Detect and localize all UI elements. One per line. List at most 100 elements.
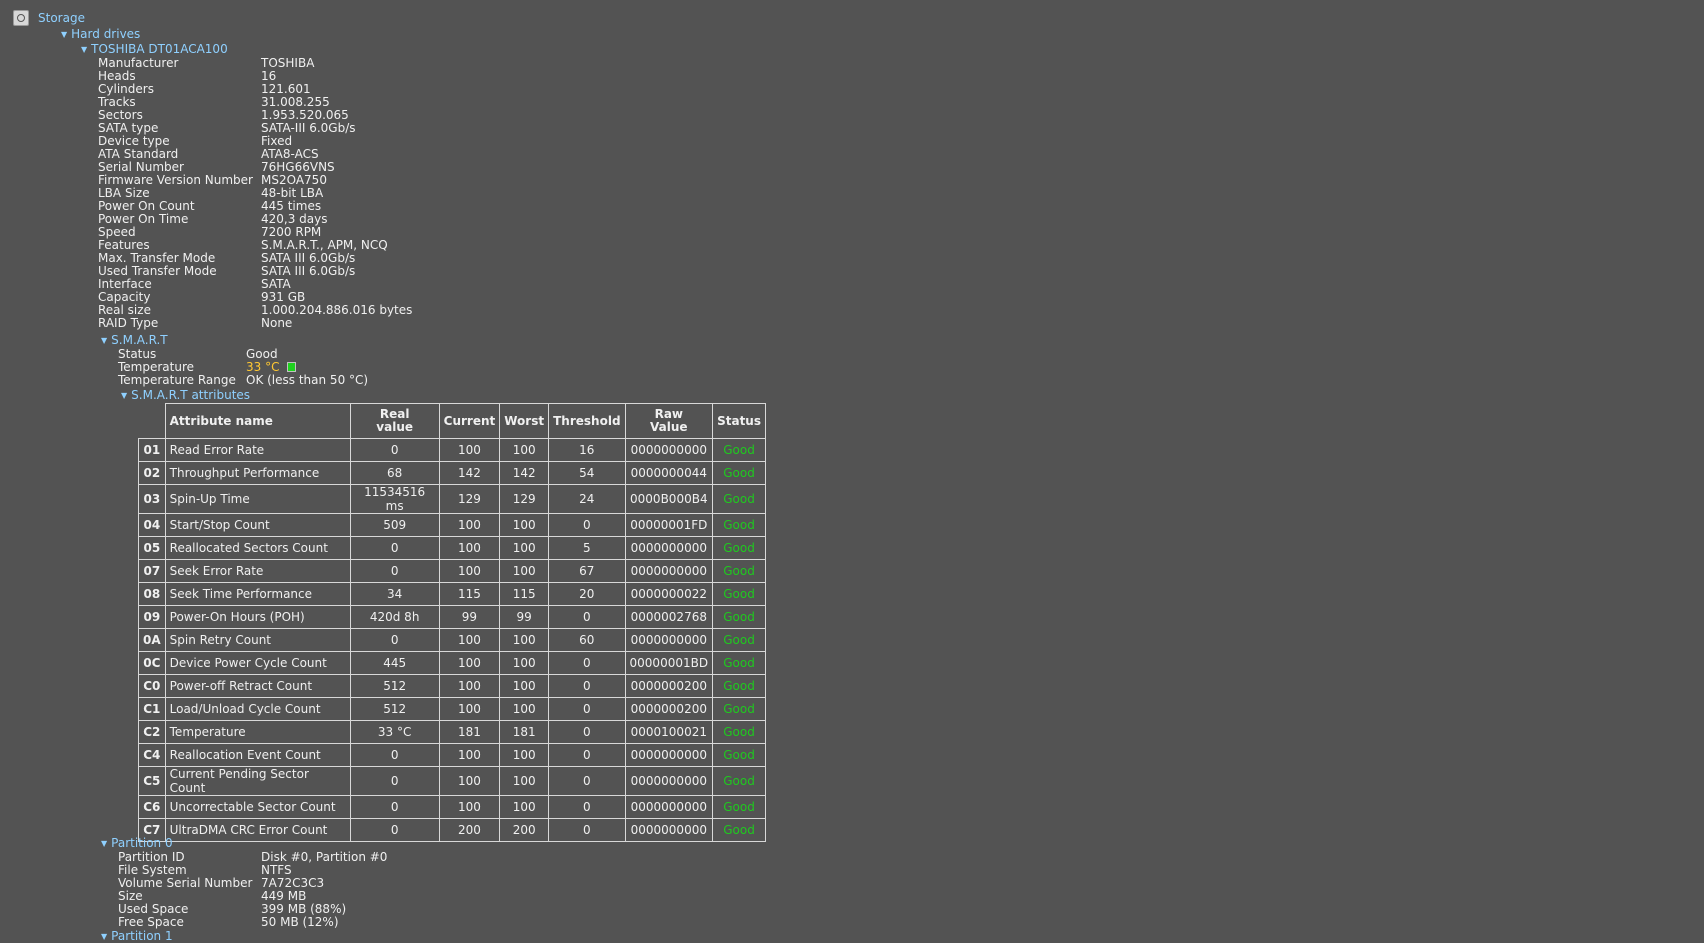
collapse-arrow-icon[interactable]: ▼ xyxy=(101,932,107,941)
attr-id: C6 xyxy=(138,795,166,819)
attr-threshold: 0 xyxy=(548,720,626,744)
attr-current: 100 xyxy=(438,536,501,560)
attr-threshold: 24 xyxy=(548,484,626,514)
attr-current: 115 xyxy=(438,582,501,606)
attr-status: Good xyxy=(712,697,766,721)
attr-threshold: 60 xyxy=(548,628,626,652)
attr-raw-value: 00000001BD xyxy=(624,651,714,675)
header-status: Status xyxy=(712,403,766,439)
tree-partition-0[interactable]: ▼ Partition 0 xyxy=(101,836,173,850)
attr-current: 181 xyxy=(438,720,501,744)
attr-status: Good xyxy=(712,720,766,744)
table-row[interactable]: C7 UltraDMA CRC Error Count 0 200 200 0 000000… xyxy=(138,818,766,842)
table-row[interactable]: 02 Throughput Performance 68 142 142 54 000000… xyxy=(138,461,766,485)
attr-id: 09 xyxy=(138,605,166,629)
attr-name: Read Error Rate xyxy=(164,438,351,462)
attr-current: 100 xyxy=(438,795,501,819)
attr-id: C0 xyxy=(138,674,166,698)
storage-icon xyxy=(13,10,29,26)
table-row[interactable]: 08 Seek Time Performance 34 115 115 20 0000000… xyxy=(138,582,766,606)
attr-status: Good xyxy=(712,536,766,560)
attr-current: 100 xyxy=(438,674,501,698)
collapse-arrow-icon[interactable]: ▼ xyxy=(101,839,107,848)
attr-worst: 100 xyxy=(499,651,550,675)
smart-attributes-table: Attribute name Real value Current Worst T… xyxy=(138,403,766,842)
table-row[interactable]: C2 Temperature 33 °C 181 181 0 0000100021 Good xyxy=(138,720,766,744)
collapse-arrow-icon[interactable]: ▼ xyxy=(121,391,127,400)
attr-name: Start/Stop Count xyxy=(164,513,351,537)
tree-smart[interactable]: ▼ S.M.A.R.T xyxy=(101,333,168,347)
attr-real-value: 11534516 ms xyxy=(349,484,440,514)
header-raw-value: Raw Value xyxy=(624,403,714,439)
drive-prop-label: RAID Type xyxy=(98,316,159,330)
collapse-arrow-icon[interactable]: ▼ xyxy=(101,336,107,345)
attr-name: Current Pending Sector Count xyxy=(164,766,351,796)
tree-smart-attributes[interactable]: ▼ S.M.A.R.T attributes xyxy=(121,388,250,402)
attr-id: 01 xyxy=(138,438,166,462)
attr-raw-value: 0000002768 xyxy=(624,605,714,629)
table-row[interactable]: C0 Power-off Retract Count 512 100 100 0 00000… xyxy=(138,674,766,698)
attr-worst: 142 xyxy=(499,461,550,485)
attr-name: UltraDMA CRC Error Count xyxy=(164,818,351,842)
tree-drive[interactable]: ▼ TOSHIBA DT01ACA100 xyxy=(81,42,228,56)
attr-raw-value: 0000000000 xyxy=(624,628,714,652)
attr-name: Spin Retry Count xyxy=(164,628,351,652)
table-row[interactable]: 09 Power-On Hours (POH) 420d 8h 99 99 0 000000… xyxy=(138,605,766,629)
attr-worst: 129 xyxy=(499,484,550,514)
attr-current: 200 xyxy=(438,818,501,842)
attr-worst: 100 xyxy=(499,795,550,819)
attr-worst: 100 xyxy=(499,536,550,560)
thermometer-icon xyxy=(287,362,297,372)
table-row[interactable]: C4 Reallocation Event Count 0 100 100 0 000000… xyxy=(138,743,766,767)
attr-status: Good xyxy=(712,818,766,842)
table-row[interactable]: C1 Load/Unload Cycle Count 512 100 100 0 00000… xyxy=(138,697,766,721)
attr-name: Device Power Cycle Count xyxy=(164,651,351,675)
table-row[interactable]: C5 Current Pending Sector Count 0 100 100 0 00… xyxy=(138,766,766,796)
attr-worst: 99 xyxy=(499,605,550,629)
header-attribute-name: Attribute name xyxy=(164,403,351,439)
attr-name: Spin-Up Time xyxy=(164,484,351,514)
attr-threshold: 54 xyxy=(548,461,626,485)
attr-id: 0C xyxy=(138,651,166,675)
attr-name: Uncorrectable Sector Count xyxy=(164,795,351,819)
attr-real-value: 0 xyxy=(349,795,440,819)
attr-id: 0A xyxy=(138,628,166,652)
attr-status: Good xyxy=(712,628,766,652)
attr-current: 100 xyxy=(438,651,501,675)
table-row[interactable]: 05 Reallocated Sectors Count 0 100 100 5 00000… xyxy=(138,536,766,560)
attr-raw-value: 0000000000 xyxy=(624,766,714,796)
table-row[interactable]: 0C Device Power Cycle Count 445 100 100 0 0000… xyxy=(138,651,766,675)
attr-status: Good xyxy=(712,743,766,767)
attr-threshold: 0 xyxy=(548,795,626,819)
tree-storage[interactable]: Storage xyxy=(38,11,85,25)
attr-status: Good xyxy=(712,513,766,537)
tree-hard-drives[interactable]: ▼ Hard drives xyxy=(61,27,140,41)
attr-status: Good xyxy=(712,766,766,796)
collapse-arrow-icon[interactable]: ▼ xyxy=(61,30,67,39)
header-current: Current xyxy=(438,403,501,439)
table-row[interactable]: 03 Spin-Up Time 11534516 ms 129 129 24 0000B00… xyxy=(138,484,766,514)
attr-real-value: 34 xyxy=(349,582,440,606)
attr-worst: 181 xyxy=(499,720,550,744)
attr-current: 129 xyxy=(438,484,501,514)
attr-name: Temperature xyxy=(164,720,351,744)
table-row[interactable]: C6 Uncorrectable Sector Count 0 100 100 0 0000… xyxy=(138,795,766,819)
attr-raw-value: 0000B000B4 xyxy=(624,484,714,514)
collapse-arrow-icon[interactable]: ▼ xyxy=(81,45,87,54)
header-threshold: Threshold xyxy=(548,403,626,439)
table-row[interactable]: 04 Start/Stop Count 509 100 100 0 00000001FD Go… xyxy=(138,513,766,537)
attr-raw-value: 0000000200 xyxy=(624,697,714,721)
table-row[interactable]: 07 Seek Error Rate 0 100 100 67 0000000000 Good xyxy=(138,559,766,583)
table-row[interactable]: 01 Read Error Rate 0 100 100 16 0000000000 Good xyxy=(138,438,766,462)
attr-raw-value: 0000000000 xyxy=(624,438,714,462)
attr-id: C1 xyxy=(138,697,166,721)
attr-current: 100 xyxy=(438,697,501,721)
attr-name: Reallocation Event Count xyxy=(164,743,351,767)
partition-prop-value: 50 MB (12%) xyxy=(261,915,339,929)
attr-threshold: 5 xyxy=(548,536,626,560)
smart-temp-range-label: Temperature Range xyxy=(118,373,236,387)
attr-name: Seek Time Performance xyxy=(164,582,351,606)
attr-worst: 100 xyxy=(499,438,550,462)
attr-real-value: 0 xyxy=(349,628,440,652)
table-row[interactable]: 0A Spin Retry Count 0 100 100 60 0000000000 Goo… xyxy=(138,628,766,652)
